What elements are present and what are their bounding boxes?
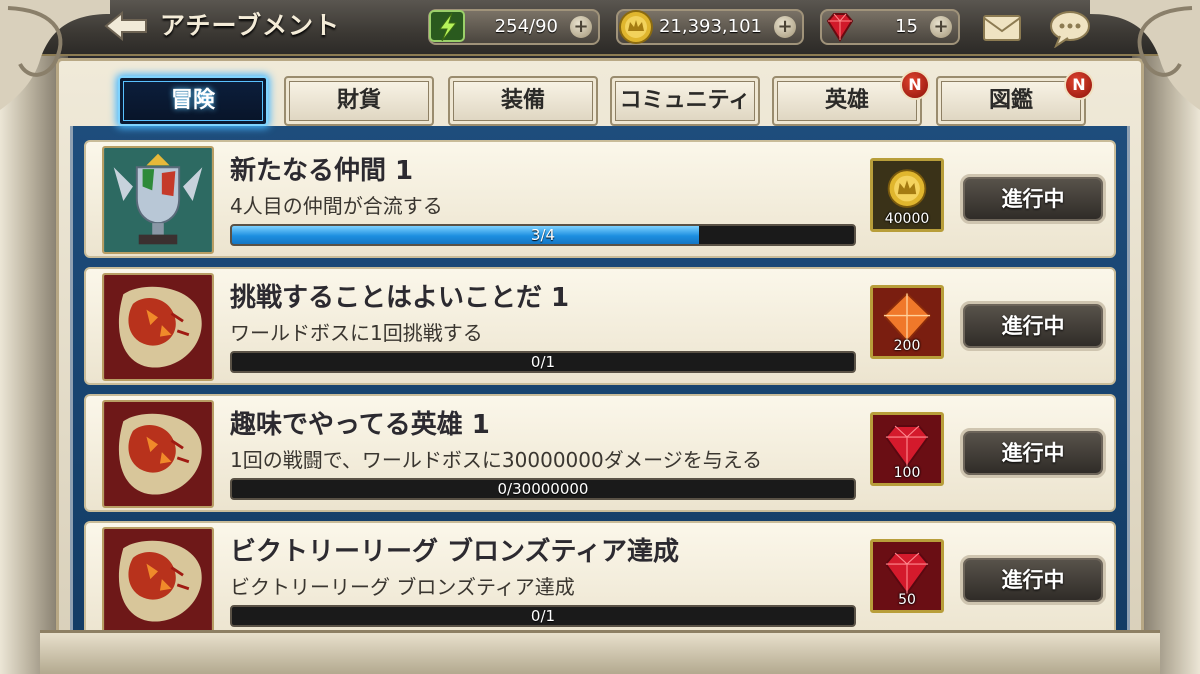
reward-ruby: 50 xyxy=(870,539,944,613)
tab-label: 装備 xyxy=(500,88,545,113)
tab-label: コミュニティ xyxy=(619,88,751,113)
lightning-icon xyxy=(429,10,465,42)
world-boss-icon xyxy=(102,527,214,630)
tab-label: 図鑑 xyxy=(988,88,1033,113)
gold-counter: 21,393,101 + xyxy=(616,9,804,45)
tab-equipment[interactable]: 装備 xyxy=(448,76,598,126)
add-stamina-button[interactable]: + xyxy=(570,16,592,38)
reward-ruby: 100 xyxy=(870,412,944,486)
stamina-value: 254/90 xyxy=(494,16,558,37)
tab-adventure[interactable]: 冒険 xyxy=(118,76,268,126)
progress-bar: 0/30000000 xyxy=(230,478,856,500)
new-badge: N xyxy=(900,70,930,100)
achievement-title: 趣味でやってる英雄 1 xyxy=(230,410,490,440)
progress-text: 0/1 xyxy=(530,607,556,625)
achievement-row: 趣味でやってる英雄 1 1回の戦闘で、ワールドボスに30000000ダメージを与… xyxy=(84,394,1116,512)
back-button[interactable] xyxy=(104,10,148,42)
bottom-frame xyxy=(40,630,1160,674)
progress-bar: 0/1 xyxy=(230,351,856,373)
achievement-title: 新たなる仲間 1 xyxy=(230,156,414,186)
top-bar: アチーブメント 254/90 + 21,393,101 + 15 + xyxy=(0,0,1200,110)
in-progress-button[interactable]: 進行中 xyxy=(960,555,1106,605)
tab-label: 英雄 xyxy=(824,88,869,113)
add-gold-button[interactable]: + xyxy=(774,16,796,38)
gold-value: 21,393,101 xyxy=(658,16,762,37)
status-label: 進行中 xyxy=(1001,441,1065,465)
progress-bar: 3/4 xyxy=(230,224,856,246)
reward-amount: 100 xyxy=(893,465,921,481)
gem-counter: 15 + xyxy=(820,9,960,45)
tab-currency[interactable]: 財貨 xyxy=(284,76,434,126)
achievement-title: 挑戦することはよいことだ 1 xyxy=(230,283,570,313)
page-title: アチーブメント xyxy=(160,11,341,40)
corner-ornament-icon xyxy=(0,0,110,110)
achievement-row: ビクトリーリーグ ブロンズティア達成 ビクトリーリーグ ブロンズティア達成 0/… xyxy=(84,521,1116,630)
category-tabs: 冒険 財貨 装備 コミュニティ 英雄 N 図鑑 N xyxy=(118,70,1108,128)
reward-crystal: 200 xyxy=(870,285,944,359)
add-gem-button[interactable]: + xyxy=(930,16,952,38)
world-boss-icon xyxy=(102,400,214,508)
status-label: 進行中 xyxy=(1001,314,1065,338)
new-badge: N xyxy=(1064,70,1094,100)
chat-icon[interactable] xyxy=(1048,8,1092,48)
status-label: 進行中 xyxy=(1001,187,1065,211)
in-progress-button[interactable]: 進行中 xyxy=(960,174,1106,224)
tab-label: 冒険 xyxy=(170,88,215,113)
world-boss-icon xyxy=(102,273,214,381)
ruby-icon xyxy=(826,13,854,42)
progress-text: 3/4 xyxy=(530,226,556,244)
achievement-description: 4人目の仲間が合流する xyxy=(230,194,443,218)
in-progress-button[interactable]: 進行中 xyxy=(960,301,1106,351)
achievement-row: 挑戦することはよいことだ 1 ワールドボスに1回挑戦する 0/1 200 進行中 xyxy=(84,267,1116,385)
gem-value: 15 xyxy=(895,16,918,37)
reward-gold: 40000 xyxy=(870,158,944,232)
achievement-description: ワールドボスに1回挑戦する xyxy=(230,321,483,345)
achievement-description: ビクトリーリーグ ブロンズティア達成 xyxy=(230,575,575,599)
reward-amount: 200 xyxy=(893,338,921,354)
progress-text: 0/30000000 xyxy=(497,480,589,498)
progress-bar: 0/1 xyxy=(230,605,856,627)
mail-icon[interactable] xyxy=(982,12,1022,44)
progress-text: 0/1 xyxy=(530,353,556,371)
reward-amount: 40000 xyxy=(884,211,930,227)
tab-label: 財貨 xyxy=(336,88,381,113)
reward-amount: 50 xyxy=(898,592,916,608)
back-arrow-icon xyxy=(104,11,147,41)
in-progress-button[interactable]: 進行中 xyxy=(960,428,1106,478)
stamina-counter: 254/90 + xyxy=(428,9,600,45)
gold-coin-icon xyxy=(619,10,653,44)
tab-community[interactable]: コミュニティ xyxy=(610,76,760,126)
achievement-row: 新たなる仲間 1 4人目の仲間が合流する 3/4 40000 進行中 xyxy=(84,140,1116,258)
achievement-description: 1回の戦闘で、ワールドボスに30000000ダメージを与える xyxy=(230,448,763,472)
tab-heroes[interactable]: 英雄 N xyxy=(772,70,930,126)
trophy-icon xyxy=(102,146,214,254)
achievement-title: ビクトリーリーグ ブロンズティア達成 xyxy=(230,537,679,567)
tab-encyclopedia[interactable]: 図鑑 N xyxy=(936,70,1094,126)
status-label: 進行中 xyxy=(1001,568,1065,592)
achievement-list[interactable]: 新たなる仲間 1 4人目の仲間が合流する 3/4 40000 進行中 挑戦するこ… xyxy=(84,140,1116,630)
